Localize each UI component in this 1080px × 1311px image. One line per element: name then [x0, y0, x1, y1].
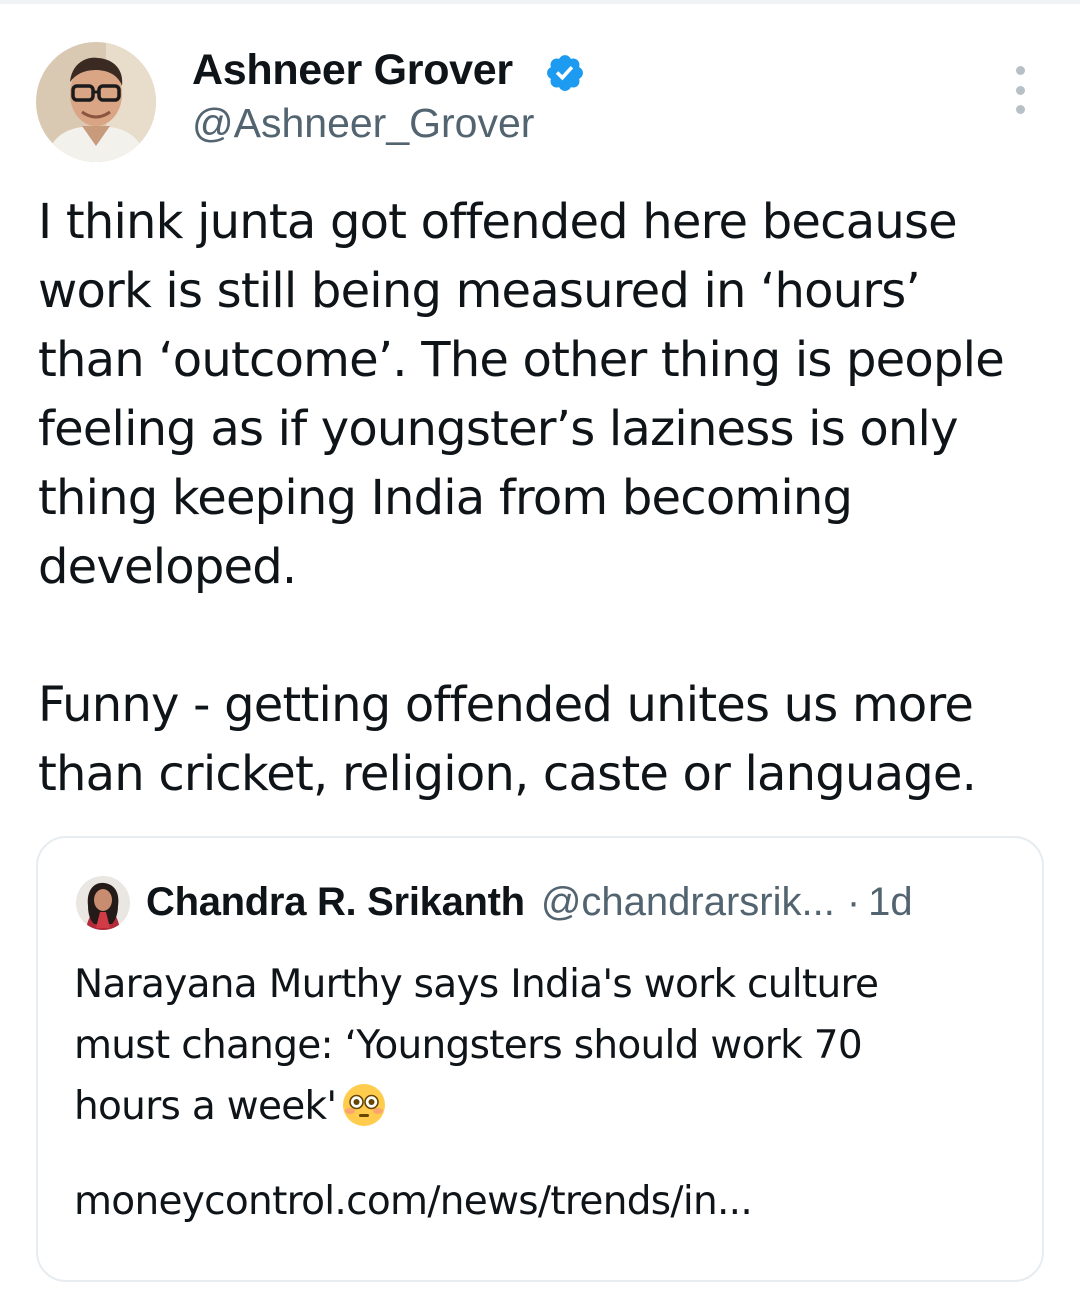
- more-dot-icon: [1015, 85, 1025, 95]
- person-avatar-icon: [76, 876, 130, 930]
- header-separator: ·: [846, 879, 861, 924]
- more-options-button[interactable]: [1002, 66, 1038, 114]
- quoted-author-name[interactable]: Chandra R. Srikanth: [146, 880, 525, 925]
- tweet-text: I think junta got offended here because …: [38, 188, 1068, 809]
- quoted-tweet-header: Chandra R. Srikanth @chandrarsrik... · 1…: [146, 876, 913, 928]
- quoted-tweet-text: Narayana Murthy says India's work cultur…: [74, 954, 1024, 1137]
- author-handle[interactable]: @Ashneer_Grover: [192, 100, 534, 147]
- quoted-author-handle[interactable]: @chandrarsrik...: [541, 880, 835, 925]
- tweet-paragraph: Funny - getting offended unites us more …: [38, 677, 977, 802]
- tweet-paragraph: I think junta got offended here because …: [38, 194, 1005, 595]
- author-name[interactable]: Ashneer Grover: [192, 46, 513, 95]
- more-dot-icon: [1015, 105, 1025, 114]
- quoted-tweet-link[interactable]: moneycontrol.com/news/trends/in...: [74, 1171, 753, 1232]
- quoted-tweet-time[interactable]: 1d: [868, 880, 913, 925]
- verified-badge-icon: [544, 52, 586, 94]
- flushed-face-emoji-icon: [343, 1084, 386, 1126]
- top-divider: [0, 0, 1080, 4]
- quoted-author-avatar[interactable]: [76, 876, 130, 930]
- quoted-tweet-body: Narayana Murthy says India's work cultur…: [74, 962, 879, 1129]
- quoted-tweet-card[interactable]: Chandra R. Srikanth @chandrarsrik... · 1…: [36, 836, 1044, 1282]
- person-with-glasses-avatar-icon: [36, 42, 156, 162]
- author-avatar[interactable]: [36, 42, 156, 162]
- more-dot-icon: [1015, 66, 1025, 75]
